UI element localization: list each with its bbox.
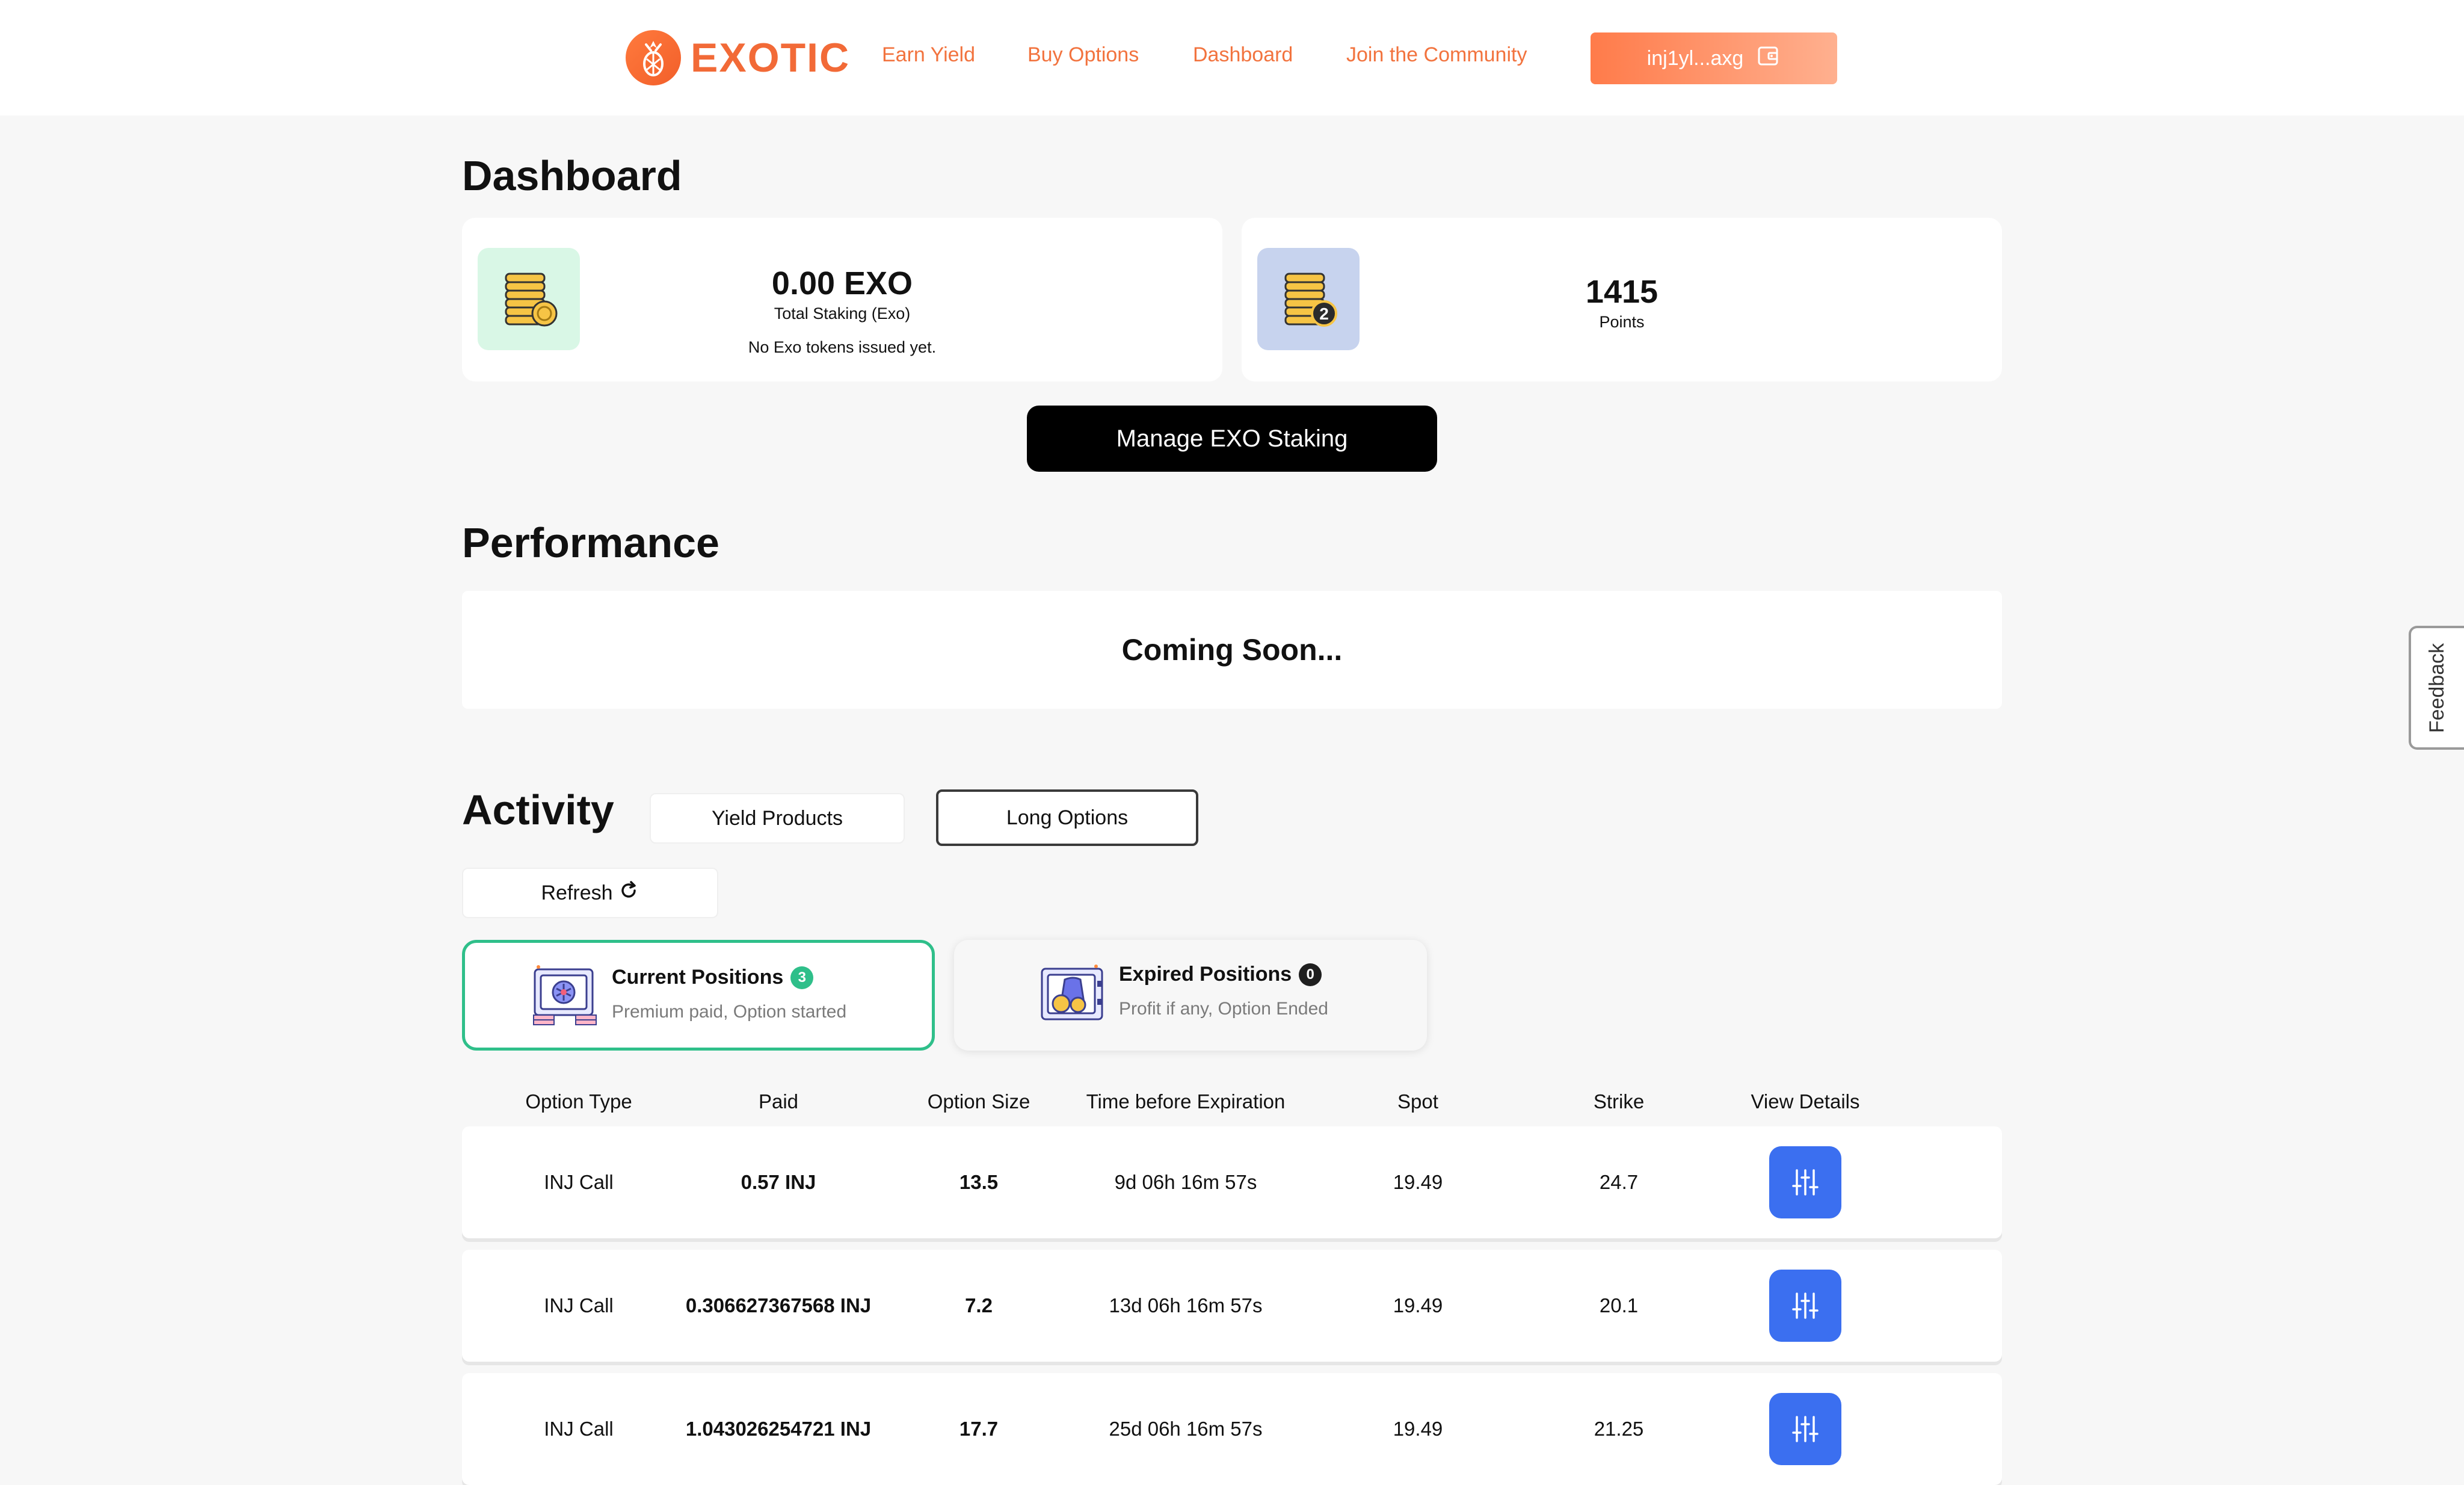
cell-option-size: 13.5 bbox=[959, 1171, 999, 1193]
sliders-icon bbox=[1792, 1169, 1819, 1196]
feedback-tab[interactable]: Feedback bbox=[2409, 626, 2464, 750]
table-row: INJ Call 0.306627367568 INJ 7.2 13d 06h … bbox=[462, 1250, 2002, 1362]
cell-strike: 21.25 bbox=[1594, 1418, 1644, 1440]
cell-option-size: 17.7 bbox=[959, 1418, 999, 1440]
refresh-button[interactable]: Refresh bbox=[462, 868, 718, 918]
col-paid: Paid bbox=[758, 1090, 799, 1113]
points-card: 2 1415 Points bbox=[1242, 218, 2002, 381]
cell-strike: 20.1 bbox=[1599, 1294, 1639, 1317]
col-strike: Strike bbox=[1593, 1090, 1645, 1113]
col-option-type: Option Type bbox=[525, 1090, 632, 1113]
refresh-label: Refresh bbox=[541, 881, 613, 904]
col-spot: Spot bbox=[1397, 1090, 1438, 1113]
cell-time-left: 9d 06h 16m 57s bbox=[1114, 1171, 1257, 1193]
activity-heading: Activity bbox=[462, 786, 614, 833]
sliders-icon bbox=[1792, 1292, 1819, 1319]
safe-vault-icon bbox=[530, 963, 600, 1033]
cell-spot: 19.49 bbox=[1393, 1418, 1443, 1440]
cell-paid: 0.306627367568 INJ bbox=[685, 1294, 872, 1317]
nav-buy-options[interactable]: Buy Options bbox=[1027, 43, 1139, 67]
table-row: INJ Call 0.57 INJ 13.5 9d 06h 16m 57s 19… bbox=[462, 1126, 2002, 1238]
wallet-address: inj1yl...axg bbox=[1646, 46, 1744, 70]
nav-join-community[interactable]: Join the Community bbox=[1346, 43, 1527, 67]
expired-positions-subtitle: Profit if any, Option Ended bbox=[1119, 999, 1328, 1019]
cell-view-details bbox=[1745, 1126, 1865, 1238]
cell-option-size: 7.2 bbox=[965, 1294, 993, 1317]
brand-logo[interactable]: EXOTIC bbox=[626, 30, 850, 85]
col-option-size: Option Size bbox=[927, 1090, 1030, 1113]
staking-label: Total Staking (Exo) bbox=[774, 304, 911, 323]
dashboard-heading: Dashboard bbox=[462, 152, 682, 199]
cell-spot: 19.49 bbox=[1393, 1294, 1443, 1317]
table-row: INJ Call 1.043026254721 INJ 17.7 25d 06h… bbox=[462, 1373, 2002, 1485]
performance-placeholder: Coming Soon... bbox=[462, 591, 2002, 709]
money-safe-icon bbox=[1037, 960, 1107, 1030]
current-positions-title: Current Positions 3 bbox=[612, 966, 814, 989]
performance-heading: Performance bbox=[462, 519, 719, 566]
view-details-button[interactable] bbox=[1769, 1393, 1841, 1465]
tab-yield-products[interactable]: Yield Products bbox=[650, 793, 905, 844]
wallet-button[interactable]: inj1yl...axg bbox=[1591, 32, 1837, 84]
col-view-details: View Details bbox=[1751, 1090, 1860, 1113]
cell-option-type: INJ Call bbox=[544, 1418, 614, 1440]
points-label: Points bbox=[1599, 313, 1645, 331]
feedback-label: Feedback bbox=[2426, 643, 2449, 733]
cell-option-type: INJ Call bbox=[544, 1171, 614, 1193]
top-navbar: EXOTIC Earn Yield Buy Options Dashboard … bbox=[0, 0, 2464, 116]
pineapple-icon bbox=[626, 30, 681, 85]
cell-time-left: 13d 06h 16m 57s bbox=[1109, 1294, 1263, 1317]
view-details-button[interactable] bbox=[1769, 1270, 1841, 1342]
view-details-button[interactable] bbox=[1769, 1146, 1841, 1218]
current-count-badge: 3 bbox=[790, 966, 814, 989]
cell-option-type: INJ Call bbox=[544, 1294, 614, 1317]
cell-time-left: 25d 06h 16m 57s bbox=[1109, 1418, 1263, 1440]
cell-paid: 0.57 INJ bbox=[741, 1171, 816, 1193]
current-positions-card[interactable]: Current Positions 3 Premium paid, Option… bbox=[462, 940, 935, 1051]
expired-positions-title: Expired Positions 0 bbox=[1119, 963, 1322, 986]
col-time-before-expiration: Time before Expiration bbox=[1086, 1090, 1286, 1113]
cell-view-details bbox=[1745, 1373, 1865, 1485]
current-positions-label: Current Positions bbox=[612, 966, 784, 989]
tab-long-options[interactable]: Long Options bbox=[936, 789, 1198, 846]
cell-strike: 24.7 bbox=[1599, 1171, 1639, 1193]
nav-earn-yield[interactable]: Earn Yield bbox=[882, 43, 975, 67]
expired-positions-card[interactable]: Expired Positions 0 Profit if any, Optio… bbox=[954, 940, 1427, 1051]
coming-soon-text: Coming Soon... bbox=[1121, 633, 1343, 667]
staking-value: 0.00 EXO bbox=[771, 265, 913, 301]
staking-note: No Exo tokens issued yet. bbox=[748, 338, 937, 356]
brand-name: EXOTIC bbox=[691, 35, 851, 81]
expired-count-badge: 0 bbox=[1299, 963, 1322, 986]
cell-spot: 19.49 bbox=[1393, 1171, 1443, 1193]
wallet-icon bbox=[1757, 44, 1781, 73]
refresh-icon bbox=[618, 880, 639, 907]
nav-dashboard[interactable]: Dashboard bbox=[1193, 43, 1293, 67]
current-positions-subtitle: Premium paid, Option started bbox=[612, 1002, 847, 1022]
cell-paid: 1.043026254721 INJ bbox=[685, 1418, 872, 1440]
sliders-icon bbox=[1792, 1416, 1819, 1442]
expired-positions-label: Expired Positions bbox=[1119, 963, 1292, 986]
manage-staking-button[interactable]: Manage EXO Staking bbox=[1027, 406, 1437, 472]
points-value: 1415 bbox=[1585, 274, 1659, 310]
staking-card: 0.00 EXO Total Staking (Exo) No Exo toke… bbox=[462, 218, 1222, 381]
cell-view-details bbox=[1745, 1250, 1865, 1362]
